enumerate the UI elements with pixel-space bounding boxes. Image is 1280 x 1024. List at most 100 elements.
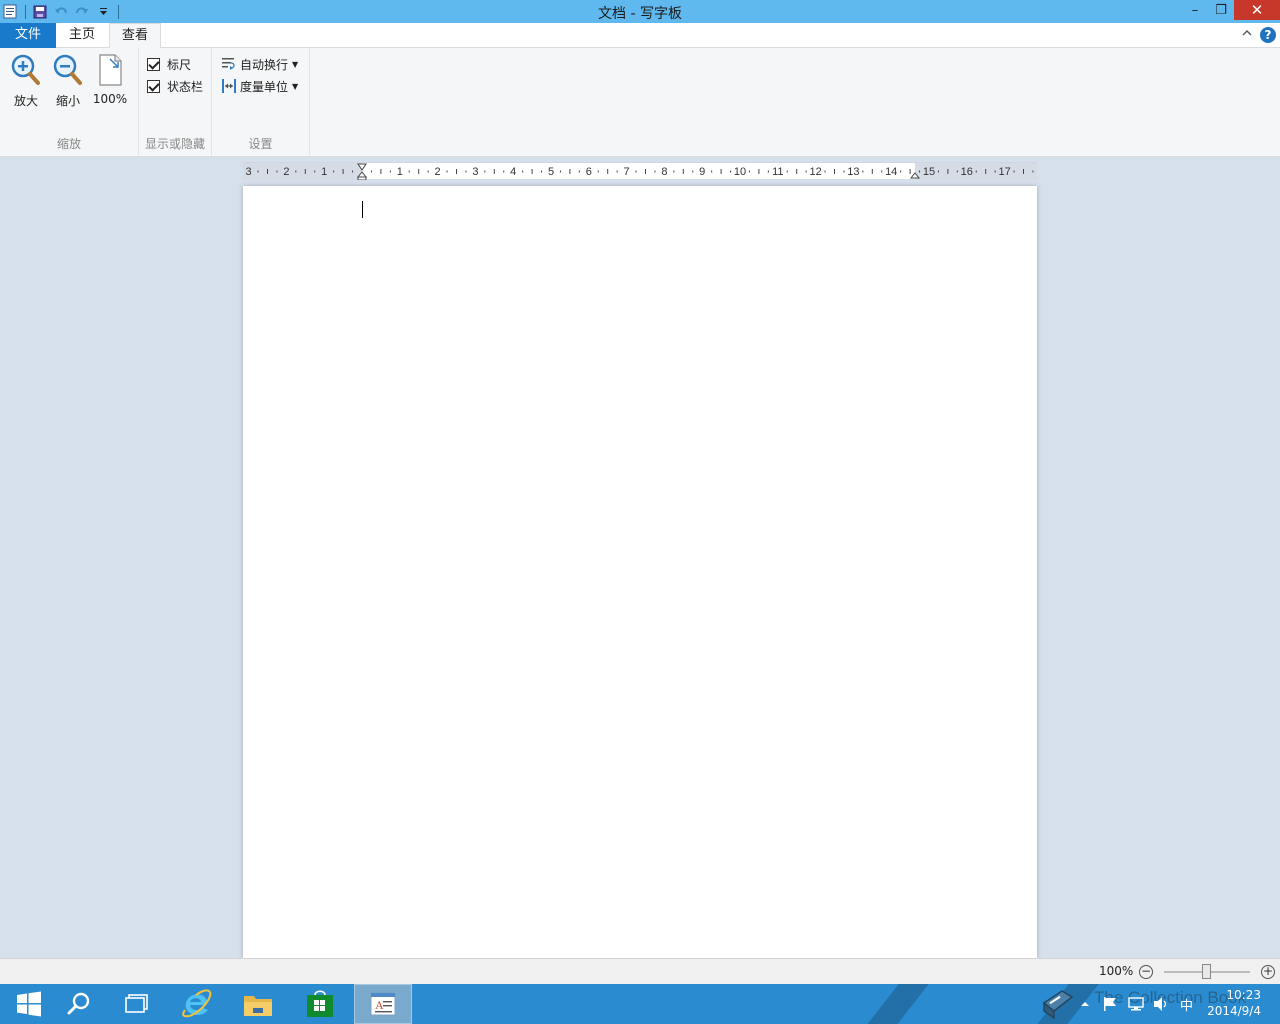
zoom-100-button[interactable]: 100% <box>90 53 130 109</box>
wordpad-icon: A <box>370 992 396 1016</box>
zoom-in-icon <box>10 53 42 87</box>
tab-home[interactable]: 主页 <box>57 23 107 48</box>
ruler-tick <box>276 170 278 173</box>
ruler[interactable]: 3 2 1 1 2 3 4 5 6 7 8 9 10 11 12 13 14 15 16 17 <box>243 162 1037 180</box>
ruler-tick <box>796 169 798 174</box>
ruler-tick <box>408 170 410 173</box>
taskbar-decor-stripe <box>856 984 934 1024</box>
zoom-out-button[interactable]: 缩小 <box>48 53 88 109</box>
minimize-button[interactable]: – <box>1182 0 1208 20</box>
file-explorer-button[interactable] <box>229 984 287 1024</box>
internet-explorer-button[interactable] <box>168 984 226 1024</box>
measurement-units-label: 度量单位 <box>240 79 289 94</box>
window-title: 文档 - 写字板 <box>598 6 682 22</box>
ime-indicator[interactable]: 中 <box>1180 984 1193 1024</box>
wordpad-taskbar-button[interactable]: A <box>354 984 412 1024</box>
ruler-tick <box>871 169 873 174</box>
page-icon <box>94 53 126 87</box>
ruler-tick <box>692 170 694 173</box>
ruler-tick <box>730 170 732 173</box>
ruler-tick <box>711 170 713 173</box>
ruler-checkbox-box[interactable] <box>147 57 160 71</box>
ribbon-panel: 放大 缩小 100% 缩放 标尺 状态栏 显示或隐藏 自动换行 ▼ 度量单位 ▼… <box>0 48 1280 157</box>
ruler-tick <box>767 170 769 173</box>
ruler-label: 14 <box>885 166 897 178</box>
settings-group: 自动换行 ▼ 度量单位 ▼ 设置 <box>212 48 310 156</box>
network-button[interactable] <box>1127 984 1145 1024</box>
show-hide-group: 标尺 状态栏 显示或隐藏 <box>139 48 212 156</box>
ruler-tick <box>947 169 949 174</box>
ruler-checkbox[interactable]: 标尺 <box>147 55 191 73</box>
zoom-out-status-button[interactable]: − <box>1139 965 1153 979</box>
windows-logo-icon <box>17 991 41 1017</box>
document-page[interactable] <box>243 186 1037 958</box>
show-hide-group-label: 显示或隐藏 <box>144 137 205 151</box>
status-bar: 100% − + <box>0 958 1280 984</box>
zoom-in-status-button[interactable]: + <box>1261 965 1275 979</box>
ruler-tick <box>484 170 486 173</box>
close-button[interactable]: ✕ <box>1234 0 1280 20</box>
left-indent-marker[interactable] <box>357 176 367 180</box>
ruler-tick <box>720 169 722 174</box>
ruler-tick <box>635 170 637 173</box>
ruler-tick <box>881 170 883 173</box>
ruler-tick <box>645 169 646 174</box>
chevron-down-icon: ▼ <box>292 81 299 91</box>
store-button[interactable] <box>291 984 349 1024</box>
help-icon[interactable]: ? <box>1260 27 1276 43</box>
tab-file[interactable]: 文件 <box>0 23 56 48</box>
ruler-tick <box>370 170 372 173</box>
measurement-units-icon <box>222 79 236 93</box>
ruler-label: 15 <box>923 166 935 178</box>
ruler-label: 13 <box>847 166 859 178</box>
collapse-ribbon-icon[interactable] <box>1242 26 1252 41</box>
ruler-tick <box>522 170 524 173</box>
ruler-tick <box>824 170 826 173</box>
status-bar-checkbox-box[interactable] <box>147 79 160 93</box>
ruler-label: 11 <box>772 166 783 178</box>
zoom-slider-thumb[interactable] <box>1202 964 1211 979</box>
show-hidden-icons-button[interactable] <box>1080 984 1090 1024</box>
status-bar-checkbox[interactable]: 状态栏 <box>147 77 203 95</box>
ruler-tick <box>786 170 788 173</box>
ruler-tick <box>380 169 382 174</box>
ruler-tick <box>654 170 656 173</box>
ruler-tick <box>758 169 760 174</box>
volume-button[interactable] <box>1152 984 1170 1024</box>
ruler-tick <box>531 169 533 174</box>
search-button[interactable] <box>50 984 108 1024</box>
ruler-tick <box>427 170 429 173</box>
ruler-tick <box>578 170 580 173</box>
ruler-tick <box>389 170 391 173</box>
zoom-group: 放大 缩小 100% 缩放 <box>0 48 139 156</box>
tab-view[interactable]: 查看 <box>109 23 161 49</box>
network-icon <box>1128 997 1144 1011</box>
ruler-tick <box>456 169 457 174</box>
ruler-tick <box>541 170 543 173</box>
clock-time: 10:23 <box>1226 988 1261 1002</box>
ruler-tick <box>748 170 750 173</box>
word-wrap-button[interactable]: 自动换行 ▼ <box>221 54 298 74</box>
zoom-in-button[interactable]: 放大 <box>6 53 46 109</box>
ruler-tick <box>1032 170 1034 173</box>
window-controls: – ❐ ✕ <box>1182 0 1280 22</box>
ruler-tick <box>418 169 420 174</box>
ruler-label: 10 <box>734 166 746 178</box>
restore-button[interactable]: ❐ <box>1208 0 1234 20</box>
ruler-tick <box>333 170 335 173</box>
ruler-scale: 3 2 1 1 2 3 4 5 6 7 8 9 10 11 12 13 14 15 16 17 <box>243 163 1037 180</box>
task-view-button[interactable] <box>108 984 166 1024</box>
measurement-units-button[interactable]: 度量单位 ▼ <box>221 76 298 96</box>
chevron-up-icon <box>1081 1002 1089 1006</box>
ruler-label: 8 <box>661 166 667 178</box>
action-center-button[interactable] <box>1102 984 1118 1024</box>
ruler-tick <box>607 169 609 174</box>
ruler-label: 3 <box>472 166 478 178</box>
clock[interactable]: 10:23 2014/9/4 <box>1207 987 1261 1019</box>
ruler-tick <box>682 169 684 174</box>
task-view-icon <box>125 994 148 1013</box>
ruler-tick <box>616 170 618 173</box>
zoom-group-label: 缩放 <box>56 137 81 151</box>
ruler-tick <box>1023 169 1024 174</box>
speaker-icon <box>1154 997 1167 1011</box>
